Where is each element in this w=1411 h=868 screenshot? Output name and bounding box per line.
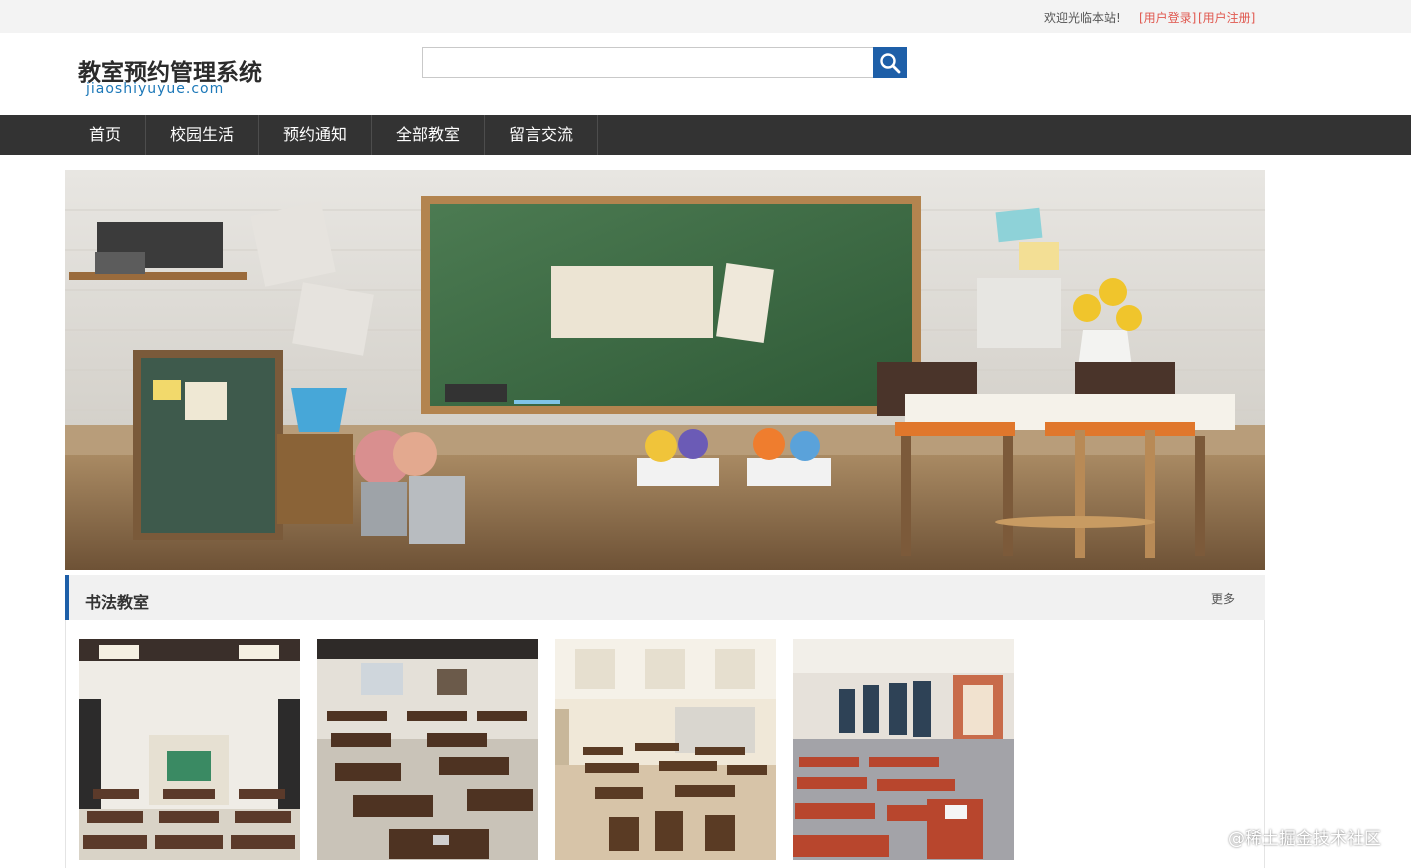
classroom-thumbnail[interactable]	[79, 639, 300, 860]
section-title: 书法教室	[85, 593, 150, 612]
section-header: 书法教室 更多	[65, 575, 1265, 620]
more-link[interactable]: 更多	[1211, 590, 1235, 607]
nav-item-all-classrooms[interactable]: 全部教室	[372, 115, 485, 155]
classroom-thumbnail[interactable]	[555, 639, 776, 860]
hero-banner[interactable]	[65, 170, 1265, 570]
classroom-photo	[79, 639, 300, 860]
search-icon	[880, 52, 901, 73]
nav-item-messages[interactable]: 留言交流	[485, 115, 598, 155]
main-nav: 首页 校园生活 预约通知 全部教室 留言交流	[0, 115, 1411, 155]
nav-item-booking-notice[interactable]: 预约通知	[259, 115, 372, 155]
login-link[interactable]: [用户登录]	[1139, 9, 1196, 26]
classroom-thumbnail[interactable]	[793, 639, 1014, 860]
classroom-list	[65, 620, 1265, 868]
classroom-thumbnail[interactable]	[317, 639, 538, 860]
site-domain: jiaoshiyuyue.com	[86, 81, 225, 97]
watermark-text: @稀土掘金技术社区	[1228, 829, 1381, 849]
classroom-photo	[317, 639, 538, 860]
classroom-photo	[793, 639, 1014, 860]
search-input[interactable]	[422, 47, 874, 78]
nav-item-home[interactable]: 首页	[65, 115, 146, 155]
nav-item-campus-life[interactable]: 校园生活	[146, 115, 259, 155]
classroom-photo	[555, 639, 776, 860]
classroom-illustration	[65, 170, 1265, 570]
welcome-text: 欢迎光临本站!	[1044, 11, 1121, 25]
register-link[interactable]: [用户注册]	[1198, 9, 1255, 26]
top-bar: 欢迎光临本站! [用户登录] [用户注册]	[0, 0, 1411, 33]
site-header: 教室预约管理系统 jiaoshiyuyue.com	[0, 33, 1411, 115]
search-button[interactable]	[873, 47, 907, 78]
